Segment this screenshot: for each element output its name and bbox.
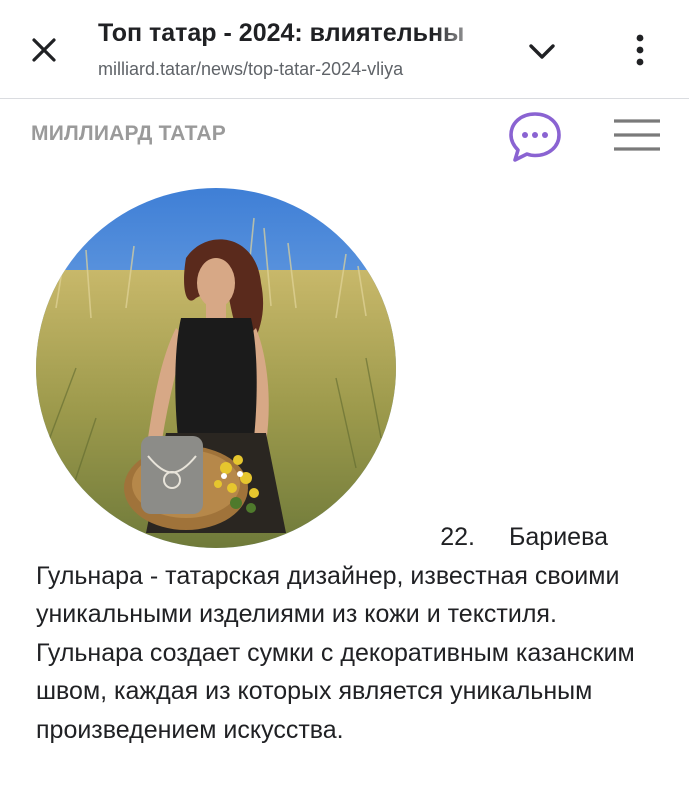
title-fade xyxy=(434,16,494,86)
chat-bubble-icon xyxy=(509,112,561,162)
site-logo[interactable]: МИЛЛИАРД ТАТАР xyxy=(31,122,226,146)
expand-button[interactable] xyxy=(522,32,562,72)
chevron-down-icon xyxy=(529,44,555,59)
article-body: Гульнара - татарская дизайнер, известная… xyxy=(36,561,635,744)
article-text: 22. Бариева Гульнара - татарская дизайнер… xyxy=(36,518,656,749)
article-first-line: 22. Бариева xyxy=(36,518,656,557)
surname: Бариева xyxy=(509,523,608,551)
browser-top-bar: Топ татар - 2024: влиятельны milliard.ta… xyxy=(0,0,689,99)
item-number: 22. xyxy=(440,523,475,551)
person-photo xyxy=(36,188,396,548)
menu-button[interactable] xyxy=(612,116,662,156)
chat-button[interactable] xyxy=(506,110,564,164)
hamburger-menu-icon xyxy=(614,119,660,151)
close-icon xyxy=(32,38,56,62)
more-vertical-icon xyxy=(636,34,644,66)
page-title-block[interactable]: Топ татар - 2024: влиятельны milliard.ta… xyxy=(98,16,494,86)
close-tab-button[interactable] xyxy=(24,30,64,70)
more-options-button[interactable] xyxy=(620,28,660,72)
